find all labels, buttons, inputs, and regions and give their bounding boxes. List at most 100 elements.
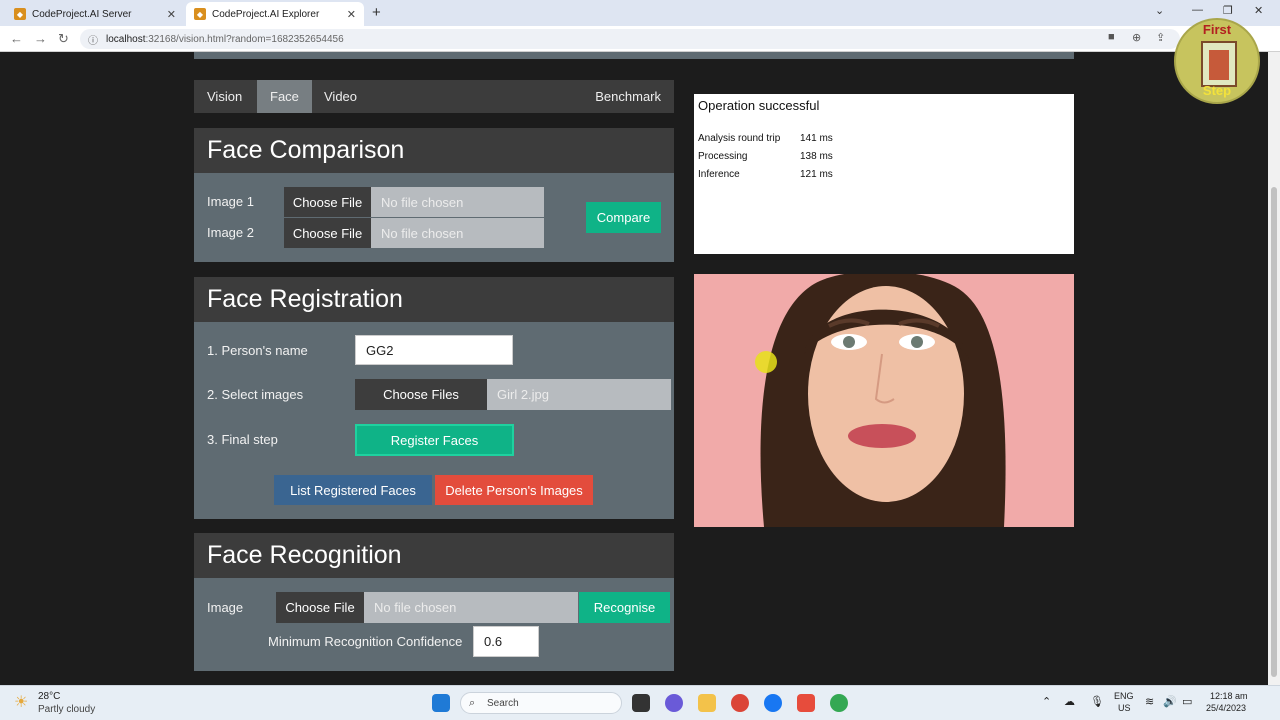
select-images-input[interactable]: Choose Files Girl 2.jpg [355,379,671,410]
result-row: Processing 138 ms [698,151,833,162]
browser-toolbar: ← → ↻ ⓘ localhost:32168/vision.html?rand… [0,26,1280,52]
weather-desc[interactable]: Partly cloudy [38,704,95,715]
wifi-icon[interactable]: ≋ [1145,695,1154,708]
result-value: 121 ms [800,169,833,180]
image2-file-input[interactable]: Choose File No file chosen [284,218,544,248]
choose-file-button[interactable]: Choose File [284,218,371,248]
url-path: :32168/vision.html?random=1682352654456 [145,33,344,45]
chat-icon[interactable] [665,694,683,712]
recognition-file-input[interactable]: Choose File No file chosen [276,592,578,623]
taskbar-search[interactable]: ⌕ Search [460,692,622,714]
result-row: Analysis round trip 141 ms [698,133,833,144]
share-icon[interactable]: ⇪ [1156,31,1165,44]
info-icon: ⓘ [88,35,98,47]
result-row: Inference 121 ms [698,169,833,180]
facebook-icon[interactable] [764,694,782,712]
browser-tab-explorer[interactable]: ◆ CodeProject.AI Explorer ✕ [186,2,364,26]
app-icon[interactable] [797,694,815,712]
reload-icon[interactable]: ↻ [58,31,69,47]
nav-tabs: Vision Face Video Benchmark [194,80,674,113]
page-scrollbar[interactable] [1268,52,1280,685]
battery-icon[interactable]: ▭ [1182,695,1192,708]
close-window-icon[interactable]: ✕ [1254,4,1263,17]
camera-icon[interactable]: ■ [1108,31,1115,43]
final-step-label: 3. Final step [207,432,278,447]
image1-file-input[interactable]: Choose File No file chosen [284,187,544,217]
channel-logo: First Step [1174,18,1260,104]
person-name-label: 1. Person's name [207,343,308,358]
result-value: 138 ms [800,151,833,162]
search-icon: ⌕ [469,696,476,709]
scrollbar-thumb[interactable] [1271,187,1277,677]
chevron-down-icon[interactable]: ⌄ [1155,4,1164,17]
browser-tab-server[interactable]: ◆ CodeProject.AI Server ✕ [6,2,184,26]
face-comparison-title: Face Comparison [194,128,674,173]
logo-text-bottom: Step [1202,83,1232,98]
chrome-icon[interactable] [731,694,749,712]
browser-tab-title: CodeProject.AI Server [32,8,132,20]
face-comparison-card: Image 1 Choose File No file chosen Image… [194,173,674,262]
new-tab-icon[interactable]: + [372,4,381,21]
face-photo [694,274,1074,527]
codeproject-favicon-icon: ◆ [14,8,26,20]
url-host: localhost [106,33,146,45]
delete-person-images-button[interactable]: Delete Person's Images [435,475,593,505]
codeproject-favicon-icon: ◆ [194,8,206,20]
register-faces-button[interactable]: Register Faces [355,424,514,456]
face-recognition-title: Face Recognition [194,533,674,578]
image2-label: Image 2 [207,225,254,240]
browser-tabstrip: ◆ CodeProject.AI Server ✕ ◆ CodeProject.… [0,0,1280,26]
select-images-label: 2. Select images [207,387,304,402]
clock-time[interactable]: 12:18 am [1210,691,1248,701]
result-key: Processing [698,151,748,162]
task-view-icon[interactable] [632,694,650,712]
face-registration-title: Face Registration [194,277,674,322]
cloud-icon[interactable]: ☁ [1064,695,1075,708]
face-illustration [694,274,1074,527]
image1-label: Image 1 [207,194,254,209]
chrome-profile-icon[interactable] [830,694,848,712]
clock-date[interactable]: 25/4/2023 [1206,703,1246,713]
file-name: No file chosen [364,592,578,623]
chevron-up-icon[interactable]: ⌃ [1042,695,1051,708]
mic-icon[interactable]: 🎙 [1090,695,1104,708]
face-registration-card: 1. Person's name GG2 2. Select images Ch… [194,322,674,519]
top-strip [194,52,1074,59]
list-registered-faces-button[interactable]: List Registered Faces [274,475,432,505]
browser-tab-title: CodeProject.AI Explorer [212,8,320,20]
zoom-icon[interactable]: ⊕ [1132,31,1141,44]
maximize-icon[interactable]: ❐ [1223,4,1233,17]
confidence-input[interactable]: 0.6 [473,626,539,657]
weather-icon[interactable]: ☀ [14,692,28,712]
volume-icon[interactable]: 🔊 [1163,695,1177,708]
choose-file-button[interactable]: Choose File [276,592,364,623]
result-status: Operation successful [698,98,820,113]
close-icon[interactable]: ✕ [347,8,356,21]
search-placeholder: Search [487,697,519,709]
minimize-icon[interactable]: — [1192,4,1203,16]
close-icon[interactable]: ✕ [167,8,176,21]
recognise-button[interactable]: Recognise [579,592,670,623]
forward-icon[interactable]: → [34,31,47,46]
result-panel: Operation successful Analysis round trip… [694,94,1074,254]
tab-benchmark[interactable]: Benchmark [582,80,674,113]
choose-file-button[interactable]: Choose File [284,187,371,217]
person-name-input[interactable]: GG2 [355,335,513,365]
tab-face[interactable]: Face [257,80,312,113]
file-name: No file chosen [371,218,544,248]
file-explorer-icon[interactable] [698,694,716,712]
windows-start-icon[interactable] [432,694,450,712]
tab-video[interactable]: Video [311,80,370,113]
face-recognition-card: Image Choose File No file chosen Recogni… [194,578,674,671]
choose-files-button[interactable]: Choose Files [355,379,487,410]
address-bar[interactable]: ⓘ localhost:32168/vision.html?random=168… [80,29,1180,49]
result-key: Analysis round trip [698,133,781,144]
compare-button[interactable]: Compare [586,202,661,233]
back-icon[interactable]: ← [10,31,23,46]
language-secondary[interactable]: US [1118,703,1131,713]
selected-file-name: Girl 2.jpg [487,379,671,410]
language-primary[interactable]: ENG [1114,691,1134,701]
tab-vision[interactable]: Vision [194,80,255,113]
weather-temp[interactable]: 28°C [38,691,60,702]
confidence-label: Minimum Recognition Confidence [268,634,463,649]
